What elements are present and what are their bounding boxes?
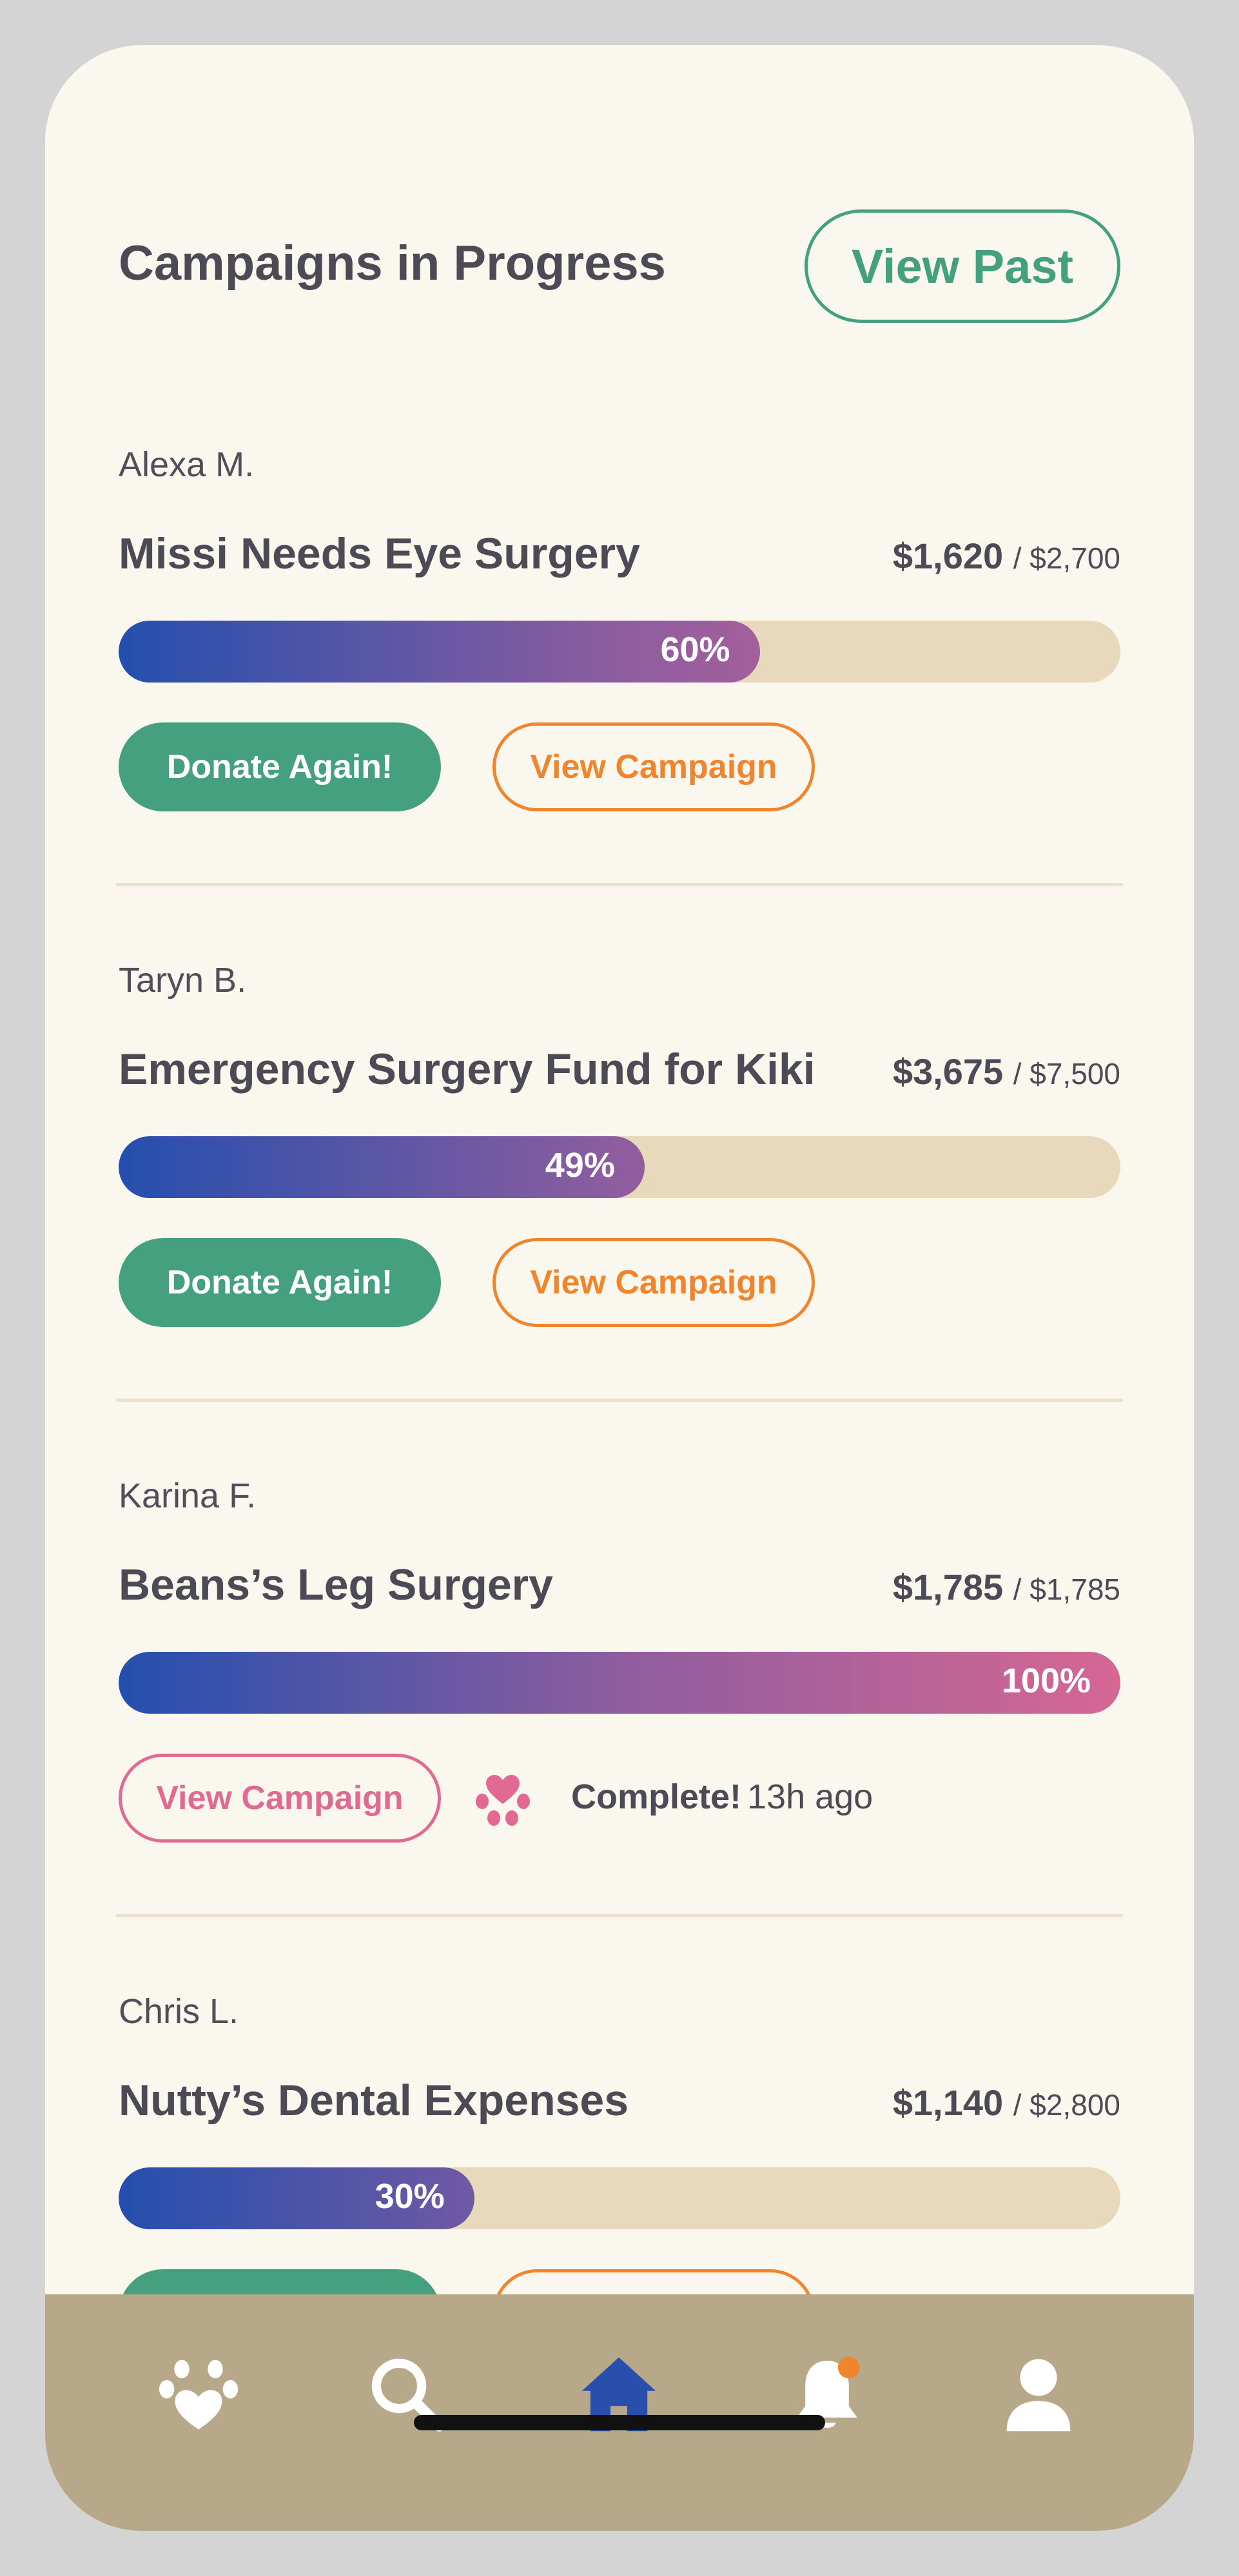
campaign-owner: Karina F.: [119, 1477, 257, 1515]
campaign-owner: Alexa M.: [119, 445, 255, 484]
campaign-title: Emergency Surgery Fund for Kiki: [119, 1045, 815, 1094]
tab-paws[interactable]: [150, 2346, 247, 2443]
amount-goal: / $1,785: [1013, 1573, 1120, 1606]
divider: [116, 1399, 1123, 1402]
progress-fill: 100%: [119, 1652, 1120, 1714]
progress-fill: 60%: [119, 621, 760, 683]
campaign-amounts: $1,785 / $1,785: [893, 1566, 1120, 1608]
complete-time: 13h ago: [747, 1777, 873, 1816]
progress-percent: 60%: [660, 630, 730, 669]
view-campaign-button[interactable]: View Campaign: [493, 1238, 815, 1327]
campaign-amounts: $1,140 / $2,800: [893, 2082, 1120, 2124]
progress-percent: 30%: [375, 2177, 445, 2216]
campaign-title: Missi Needs Eye Surgery: [119, 529, 640, 578]
campaign-card: Taryn B. Emergency Surgery Fund for Kiki…: [116, 947, 1123, 1463]
donate-again-button[interactable]: Donate Again!: [119, 1238, 441, 1327]
progress-fill: 49%: [119, 1136, 645, 1198]
paw-icon: [159, 2359, 239, 2430]
page-header: Campaigns in Progress View Past: [119, 209, 1120, 325]
campaign-card: Alexa M. Missi Needs Eye Surgery $1,620 …: [116, 432, 1123, 947]
campaign-amounts: $3,675 / $7,500: [893, 1051, 1120, 1092]
profile-icon: [1006, 2359, 1071, 2432]
home-indicator: [414, 2415, 825, 2430]
campaign-actions: Donate Again! View Campaign: [119, 722, 1120, 813]
phone-frame: Campaigns in Progress View Past Alexa M.…: [0, 0, 1239, 2576]
campaign-title: Beans’s Leg Surgery: [119, 1560, 553, 1609]
tab-profile[interactable]: [990, 2346, 1087, 2443]
amount-raised: $1,785: [892, 1567, 1004, 1607]
page-title: Campaigns in Progress: [119, 236, 666, 291]
paw-heart-icon: [471, 1765, 535, 1830]
app-screen: Campaigns in Progress View Past Alexa M.…: [45, 45, 1194, 2531]
notification-badge: [837, 2356, 860, 2379]
campaign-owner: Chris L.: [119, 1992, 239, 2031]
amount-raised: $3,675: [892, 1051, 1004, 1092]
progress-bar: 30%: [119, 2167, 1120, 2229]
amount-goal: / $7,500: [1013, 1057, 1120, 1090]
view-campaign-button[interactable]: View Campaign: [119, 1754, 441, 1843]
divider: [116, 883, 1123, 886]
campaign-owner: Taryn B.: [119, 961, 247, 1000]
view-campaign-button[interactable]: View Campaign: [493, 722, 815, 811]
donate-again-button[interactable]: Donate Again!: [119, 722, 441, 811]
amount-goal: / $2,800: [1013, 2088, 1120, 2122]
bottom-tab-bar: [45, 2294, 1194, 2531]
amount-goal: / $2,700: [1013, 541, 1120, 575]
complete-label: Complete!: [571, 1777, 742, 1816]
campaign-card: Karina F. Beans’s Leg Surgery $1,785 / $…: [116, 1463, 1123, 1979]
amount-raised: $1,620: [892, 536, 1004, 576]
progress-bar: 100%: [119, 1652, 1120, 1714]
campaign-actions: View Campaign Complete! 13h ago: [119, 1754, 1120, 1844]
campaign-actions: Donate Again! View Campaign: [119, 1238, 1120, 1328]
progress-bar: 49%: [119, 1136, 1120, 1198]
view-past-button[interactable]: View Past: [805, 209, 1120, 323]
progress-percent: 100%: [1001, 1661, 1091, 1700]
progress-percent: 49%: [545, 1146, 615, 1185]
campaign-title: Nutty’s Dental Expenses: [119, 2076, 629, 2125]
amount-raised: $1,140: [892, 2082, 1004, 2123]
divider: [116, 1914, 1123, 1917]
progress-fill: 30%: [119, 2167, 474, 2229]
campaign-amounts: $1,620 / $2,700: [893, 535, 1120, 577]
progress-bar: 60%: [119, 621, 1120, 683]
